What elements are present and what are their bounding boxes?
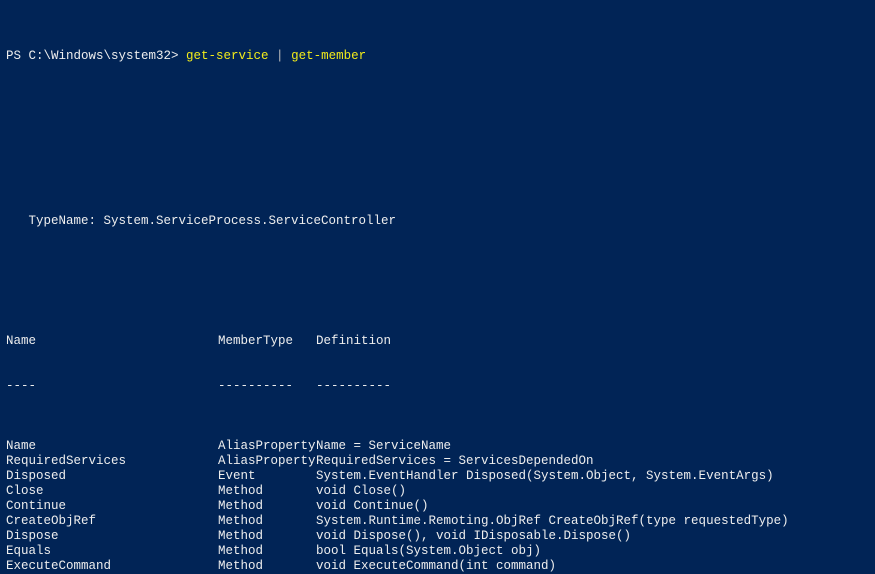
member-name: Disposed bbox=[6, 469, 218, 484]
member-name: Close bbox=[6, 484, 218, 499]
powershell-terminal[interactable]: PS C:\Windows\system32> get-service | ge… bbox=[0, 0, 875, 574]
member-row: DisposedEventSystem.EventHandler Dispose… bbox=[6, 469, 869, 484]
member-definition: void Continue() bbox=[316, 499, 429, 514]
member-definition: bool Equals(System.Object obj) bbox=[316, 544, 541, 559]
member-type: AliasProperty bbox=[218, 439, 316, 454]
prompt-prefix: PS C:\Windows\system32> bbox=[6, 49, 186, 64]
member-row: RequiredServicesAliasPropertyRequiredSer… bbox=[6, 454, 869, 469]
member-definition: void ExecuteCommand(int command) bbox=[316, 559, 556, 574]
member-definition: void Close() bbox=[316, 484, 406, 499]
member-row: CloseMethodvoid Close() bbox=[6, 484, 869, 499]
member-row: DisposeMethodvoid Dispose(), void IDispo… bbox=[6, 529, 869, 544]
blank-line bbox=[6, 154, 869, 169]
header-definition: Definition bbox=[316, 334, 391, 349]
header-row: NameMemberTypeDefinition bbox=[6, 334, 869, 349]
blank-line bbox=[6, 274, 869, 289]
member-type: Method bbox=[218, 484, 316, 499]
blank-line bbox=[6, 109, 869, 124]
member-definition: Name = ServiceName bbox=[316, 439, 451, 454]
member-definition: RequiredServices = ServicesDependedOn bbox=[316, 454, 594, 469]
pipe-symbol: | bbox=[276, 49, 291, 64]
member-row: ExecuteCommandMethodvoid ExecuteCommand(… bbox=[6, 559, 869, 574]
member-row: NameAliasPropertyName = ServiceName bbox=[6, 439, 869, 454]
member-definition: System.Runtime.Remoting.ObjRef CreateObj… bbox=[316, 514, 789, 529]
header-name: Name bbox=[6, 334, 218, 349]
member-row: ContinueMethodvoid Continue() bbox=[6, 499, 869, 514]
member-row: CreateObjRefMethodSystem.Runtime.Remotin… bbox=[6, 514, 869, 529]
member-type: Method bbox=[218, 529, 316, 544]
member-name: Continue bbox=[6, 499, 218, 514]
member-definition: System.EventHandler Disposed(System.Obje… bbox=[316, 469, 774, 484]
header-membertype: MemberType bbox=[218, 334, 316, 349]
member-type: Event bbox=[218, 469, 316, 484]
output-rows: NameAliasPropertyName = ServiceNameRequi… bbox=[6, 439, 869, 574]
member-name: CreateObjRef bbox=[6, 514, 218, 529]
member-type: AliasProperty bbox=[218, 454, 316, 469]
typename-line: TypeName: System.ServiceProcess.ServiceC… bbox=[6, 214, 869, 229]
divider-name: ---- bbox=[6, 379, 218, 394]
member-type: Method bbox=[218, 544, 316, 559]
member-name: Name bbox=[6, 439, 218, 454]
member-definition: void Dispose(), void IDisposable.Dispose… bbox=[316, 529, 631, 544]
divider-def: ---------- bbox=[316, 379, 391, 394]
member-type: Method bbox=[218, 514, 316, 529]
member-row: EqualsMethodbool Equals(System.Object ob… bbox=[6, 544, 869, 559]
divider-type: ---------- bbox=[218, 379, 316, 394]
command-get-member: get-member bbox=[291, 49, 366, 64]
member-type: Method bbox=[218, 559, 316, 574]
member-name: ExecuteCommand bbox=[6, 559, 218, 574]
command-get-service: get-service bbox=[186, 49, 276, 64]
member-type: Method bbox=[218, 499, 316, 514]
prompt-line: PS C:\Windows\system32> get-service | ge… bbox=[6, 49, 869, 64]
member-name: RequiredServices bbox=[6, 454, 218, 469]
divider-row: ------------------------ bbox=[6, 379, 869, 394]
member-name: Dispose bbox=[6, 529, 218, 544]
member-name: Equals bbox=[6, 544, 218, 559]
